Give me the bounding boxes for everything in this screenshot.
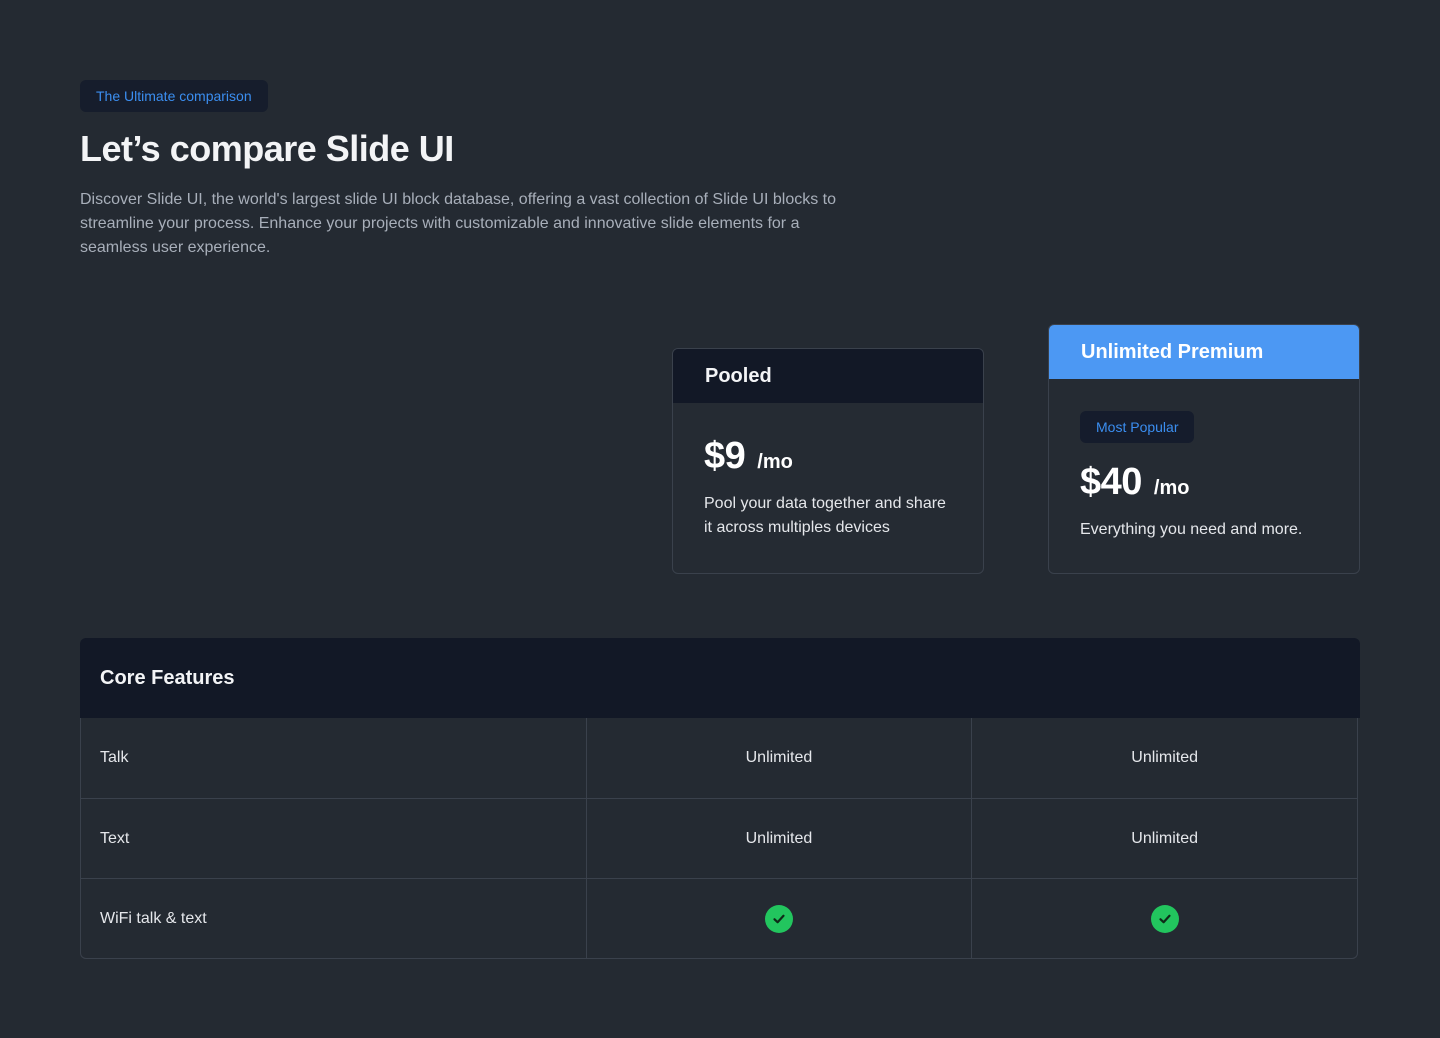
price-amount: $40: [1080, 461, 1142, 503]
eyebrow-badge: The Ultimate comparison: [80, 80, 268, 112]
page-title: Let’s compare Slide UI: [80, 128, 454, 169]
pooled-value: Unlimited: [585, 799, 972, 878]
table-row: WiFi talk & text: [81, 878, 1357, 958]
table-row: Talk Unlimited Unlimited: [81, 718, 1357, 798]
price-unit: /mo: [1153, 477, 1190, 499]
page-description: Discover Slide UI, the world's largest s…: [80, 191, 837, 256]
price-unit: /mo: [757, 451, 793, 473]
pricing-comparison-page: The Ultimate comparison Let’s compare Sl…: [0, 0, 1440, 1038]
price-amount: $9: [704, 435, 746, 477]
table-row: Text Unlimited Unlimited: [81, 798, 1357, 878]
feature-name: WiFi talk & text: [100, 909, 207, 927]
most-popular-badge: Most Popular: [1080, 411, 1195, 443]
price-row: $40 /mo: [1080, 461, 1328, 504]
plan-description: Pool your data together and share it acr…: [704, 495, 946, 536]
plan-description: Everything you need and more.: [1080, 521, 1303, 538]
check-circle-icon: [1150, 904, 1179, 933]
premium-value: Unlimited: [971, 718, 1357, 798]
feature-name: Talk: [100, 749, 129, 766]
features-table-section: Core Features Talk Unlimited Unlimited T…: [80, 638, 1360, 959]
features-title: Core Features: [80, 638, 1360, 718]
pooled-value-cell: [585, 879, 972, 958]
plan-card-premium[interactable]: Unlimited Premium Most Popular $40 /mo E…: [1048, 324, 1360, 574]
check-circle-icon: [764, 904, 793, 933]
premium-value: Unlimited: [971, 799, 1357, 878]
price-row: $9 /mo: [704, 435, 952, 478]
features-table: Talk Unlimited Unlimited Text Unlimited …: [80, 718, 1358, 959]
feature-name: Text: [100, 829, 130, 847]
pooled-value: Unlimited: [585, 718, 972, 798]
plan-name: Pooled: [673, 349, 983, 403]
premium-value-cell: [971, 879, 1357, 958]
plan-name: Unlimited Premium: [1049, 325, 1359, 379]
plan-card-pooled[interactable]: Pooled $9 /mo Pool your data together an…: [672, 348, 984, 574]
